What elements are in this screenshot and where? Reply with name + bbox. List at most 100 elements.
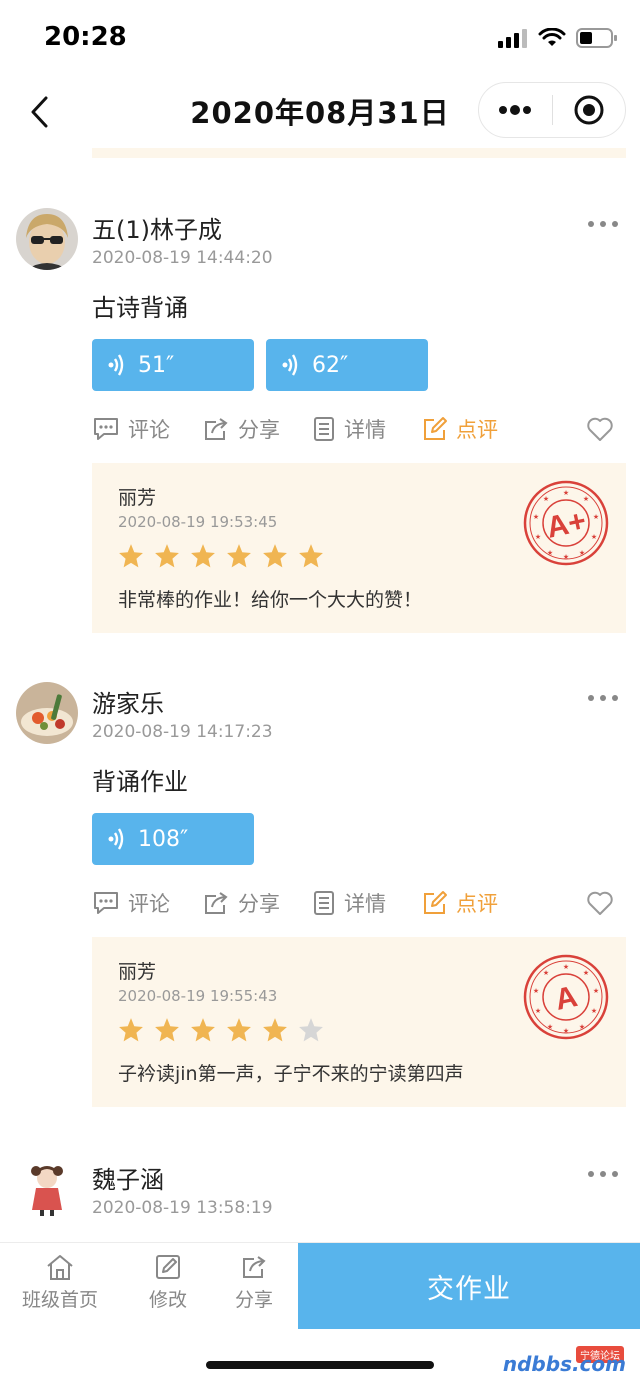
audio-clip[interactable]: 108″	[92, 813, 254, 865]
post-time: 2020-08-19 14:44:20	[92, 248, 273, 268]
home-icon	[47, 1255, 73, 1280]
grade-stamp-a: ★ ★ ★ ★ ★ ★ ★ ★ ★ ★ A	[523, 954, 609, 1040]
more-menu-button[interactable]	[479, 83, 552, 137]
share-icon	[243, 1256, 266, 1278]
teacher-review: 丽芳 2020-08-19 19:55:43 子衿读jin第一声，子宁不来的宁读…	[92, 937, 626, 1107]
class-home-button[interactable]: 班级首页	[22, 1253, 98, 1312]
svg-text:★: ★	[591, 533, 597, 541]
share-button[interactable]: 分享	[235, 1253, 273, 1312]
nav-bar: 2020年08月31日	[0, 78, 640, 148]
edit-icon	[424, 417, 447, 440]
star-rating	[118, 543, 324, 569]
comment-icon	[94, 418, 118, 440]
review-time: 2020-08-19 19:55:43	[118, 987, 278, 1005]
edit-button[interactable]: 修改	[149, 1253, 187, 1312]
student-name: 魏子涵	[92, 1166, 164, 1194]
review-button[interactable]: 点评	[422, 888, 498, 918]
svg-text:★: ★	[563, 553, 569, 561]
home-indicator	[206, 1361, 434, 1369]
svg-text:A: A	[552, 980, 580, 1017]
share-icon	[205, 418, 228, 440]
review-comment: 非常棒的作业！给你一个大大的赞！	[118, 589, 423, 611]
share-button[interactable]: 分享	[202, 414, 280, 444]
svg-text:★: ★	[533, 513, 539, 521]
sound-wave-icon	[108, 828, 126, 850]
post-text: 背诵作业	[92, 768, 188, 796]
star-icon	[263, 1018, 287, 1042]
watermark: ndbbs.com	[502, 1352, 626, 1376]
star-icon	[155, 544, 179, 568]
svg-text:★: ★	[535, 533, 541, 541]
sound-wave-icon	[108, 354, 126, 376]
reviewer-name: 丽芳	[118, 961, 157, 983]
empty-star-icon	[299, 1018, 323, 1042]
star-icon	[227, 544, 251, 568]
svg-text:★: ★	[591, 1007, 597, 1015]
star-icon	[191, 544, 215, 568]
student-name: 游家乐	[92, 690, 164, 718]
svg-text:★: ★	[543, 969, 549, 977]
wifi-icon	[538, 28, 566, 46]
svg-text:★: ★	[563, 489, 569, 497]
post-time: 2020-08-19 14:17:23	[92, 722, 273, 742]
star-icon	[299, 544, 323, 568]
like-button[interactable]	[586, 416, 614, 446]
detail-button[interactable]: 详情	[312, 414, 386, 444]
comment-button[interactable]: 评论	[92, 888, 170, 918]
review-button[interactable]: 点评	[422, 414, 498, 444]
review-comment: 子衿读jin第一声，子宁不来的宁读第四声	[118, 1063, 464, 1085]
review-time: 2020-08-19 19:53:45	[118, 513, 278, 531]
star-icon	[263, 544, 287, 568]
comment-button[interactable]: 评论	[92, 414, 170, 444]
submit-homework-button[interactable]: 交作业	[298, 1243, 640, 1329]
star-icon	[119, 544, 143, 568]
share-button[interactable]: 分享	[202, 888, 280, 918]
svg-text:★: ★	[593, 987, 599, 995]
audio-list: 51″ 62″	[92, 339, 428, 391]
audio-clip[interactable]: 62″	[266, 339, 428, 391]
grade-stamp-a-plus: ★★★★ ★★★★ ★★ A+	[523, 480, 609, 566]
action-row: 评论 分享 详情 点评	[92, 414, 626, 448]
post-more-button[interactable]	[588, 1166, 618, 1182]
post-more-button[interactable]	[588, 216, 618, 232]
teacher-review: 丽芳 2020-08-19 19:53:45 非常棒的作业！给你一个大大的赞！ …	[92, 463, 626, 633]
audio-clip[interactable]: 51″	[92, 339, 254, 391]
edit-icon	[156, 1255, 180, 1279]
share-icon	[205, 892, 228, 914]
bottom-toolbar: 班级首页 修改 分享 交作业	[0, 1242, 640, 1329]
edit-icon	[424, 891, 447, 914]
action-row: 评论 分享 详情 点评	[92, 888, 626, 922]
post-text: 古诗背诵	[92, 294, 188, 322]
target-icon	[574, 95, 604, 125]
like-button[interactable]	[586, 890, 614, 920]
detail-button[interactable]: 详情	[312, 888, 386, 918]
audio-duration: 108″	[138, 826, 189, 852]
star-icon	[227, 1018, 251, 1042]
avatar[interactable]	[16, 208, 78, 270]
close-mini-program-button[interactable]	[553, 83, 626, 137]
status-time: 20:28	[44, 22, 127, 52]
signal-icon	[498, 29, 527, 48]
heart-icon	[587, 891, 613, 915]
comment-icon	[94, 892, 118, 914]
status-icons	[498, 28, 618, 48]
svg-text:★: ★	[563, 1027, 569, 1035]
avatar[interactable]	[16, 682, 78, 744]
svg-text:★: ★	[563, 963, 569, 971]
avatar[interactable]	[16, 1158, 78, 1220]
battery-icon	[576, 28, 617, 48]
status-bar: 20:28	[0, 0, 640, 78]
star-icon	[119, 1018, 143, 1042]
svg-text:★: ★	[579, 549, 585, 557]
homework-post: 五(1)林子成 2020-08-19 14:44:20 古诗背诵 51″ 62″…	[0, 200, 640, 640]
star-rating	[118, 1017, 324, 1043]
audio-duration: 62″	[312, 352, 349, 378]
reviewer-name: 丽芳	[118, 487, 157, 509]
post-more-button[interactable]	[588, 690, 618, 706]
heart-icon	[587, 417, 613, 441]
document-icon	[314, 891, 334, 915]
svg-text:★: ★	[593, 513, 599, 521]
audio-duration: 51″	[138, 352, 175, 378]
svg-text:★: ★	[583, 495, 589, 503]
document-icon	[314, 417, 334, 441]
